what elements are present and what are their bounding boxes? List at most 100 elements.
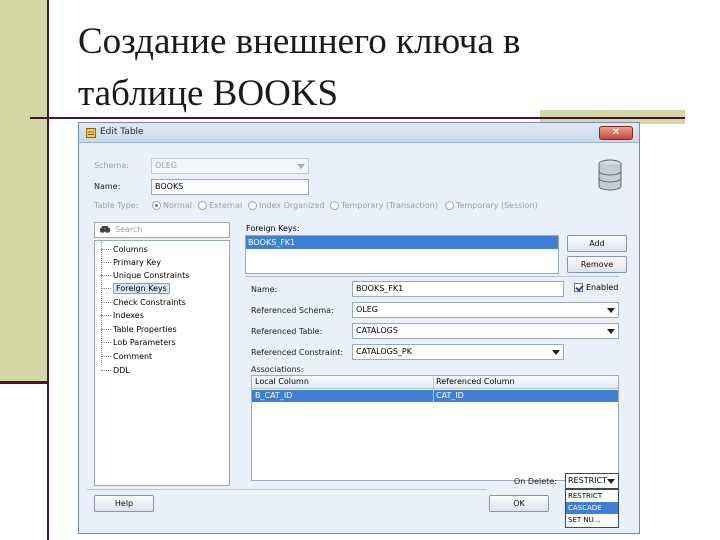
table-type-label: Table Type: — [94, 201, 139, 210]
on-delete-select[interactable]: RESTRICT — [565, 473, 619, 489]
database-icon — [598, 159, 622, 191]
divider — [245, 276, 619, 277]
remove-button-label: Remove — [580, 260, 614, 269]
search-placeholder: Search — [115, 225, 143, 234]
enabled-checkbox[interactable]: Enabled — [574, 283, 618, 292]
help-button[interactable]: Help — [94, 495, 154, 512]
fk-name-value: BOOKS_FK1 — [356, 284, 404, 293]
ok-button[interactable]: OK — [489, 495, 549, 512]
chevron-down-icon — [607, 479, 615, 484]
ref-schema-label: Referenced Schema: — [251, 306, 334, 315]
dialog-title: Edit Table — [100, 127, 144, 137]
foreign-keys-list: BOOKS_FK1 — [245, 235, 559, 274]
edit-table-dialog: Edit Table ✕ Schema: OLEG Name: BOOKS Ta… — [78, 122, 640, 534]
table-name-value: BOOKS — [155, 182, 184, 191]
tree-item-label: Foreign Keys — [113, 283, 170, 294]
radio-temporary-transaction[interactable]: Temporary (Transaction) — [330, 201, 438, 210]
fk-name-label: Name: — [251, 285, 278, 294]
slide-vertical-rule — [47, 0, 49, 540]
option-cascade[interactable]: CASCADE — [566, 502, 618, 514]
tree-item-lob-parameters[interactable]: Lob Parameters — [95, 336, 229, 349]
radio-dot — [152, 201, 161, 210]
ref-constraint-select[interactable]: CATALOGS_PK — [352, 344, 564, 360]
radio-label: Temporary (Transaction) — [341, 201, 438, 210]
chevron-down-icon — [607, 329, 615, 334]
tree-item-label: Table Properties — [113, 325, 177, 334]
schema-select[interactable]: OLEG — [151, 158, 309, 174]
tree-item-label: Unique Constraints — [113, 271, 190, 280]
radio-normal[interactable]: Normal — [152, 201, 192, 210]
close-button[interactable]: ✕ — [599, 126, 633, 140]
column-divider — [433, 376, 434, 402]
foreign-key-name: BOOKS_FK1 — [248, 238, 296, 247]
radio-label: Index Organized — [259, 201, 325, 210]
chevron-down-icon — [552, 350, 560, 355]
radio-external[interactable]: External — [198, 201, 242, 210]
tree-item-label: DDL — [113, 366, 130, 375]
search-icon — [99, 226, 111, 233]
tree-item-columns[interactable]: Columns — [95, 243, 229, 256]
tree-item-foreign-keys[interactable]: Foreign Keys — [95, 282, 229, 295]
slide-side-band — [0, 0, 47, 383]
associations-table: Local Column Referenced Column B_CAT_ID … — [251, 375, 619, 481]
tree-item-ddl[interactable]: DDL — [95, 364, 229, 377]
tree-item-table-properties[interactable]: Table Properties — [95, 323, 229, 336]
tree-item-comment[interactable]: Comment — [95, 350, 229, 363]
footer-divider — [87, 489, 487, 490]
slide-band-rule — [0, 381, 47, 384]
ref-table-select[interactable]: CATALOGS — [352, 323, 619, 339]
fk-name-field[interactable]: BOOKS_FK1 — [352, 281, 564, 297]
add-button-label: Add — [589, 239, 605, 248]
chevron-down-icon — [607, 308, 615, 313]
radio-dot — [248, 201, 257, 210]
slide-title-line-1: Создание внешнего ключа в — [78, 21, 521, 62]
schema-label: Schema: — [94, 161, 129, 170]
chevron-down-icon — [297, 164, 305, 169]
on-delete-dropdown: RESTRICT CASCADE SET NU... — [565, 489, 619, 528]
radio-label: External — [209, 201, 243, 210]
ref-schema-select[interactable]: OLEG — [352, 302, 619, 318]
ok-button-label: OK — [513, 499, 525, 508]
slide-title-line-2: таблице BOOKS — [78, 73, 339, 114]
foreign-key-row[interactable]: BOOKS_FK1 — [246, 236, 558, 249]
foreign-keys-label: Foreign Keys: — [246, 224, 300, 233]
slide-title: Создание внешнего ключа в таблице BOOKS — [78, 16, 638, 120]
table-row[interactable]: B_CAT_ID CAT_ID — [252, 390, 618, 402]
ref-constraint-label: Referenced Constraint: — [251, 348, 344, 357]
radio-dot — [330, 201, 339, 210]
enabled-label: Enabled — [586, 283, 619, 292]
tree-item-label: Check Constraints — [113, 298, 186, 307]
ref-table-label: Referenced Table: — [251, 327, 323, 336]
tree-item-unique-constraints[interactable]: Unique Constraints — [95, 269, 229, 282]
tree-item-primary-key[interactable]: Primary Key — [95, 256, 229, 269]
help-button-label: Help — [114, 499, 134, 508]
close-icon: ✕ — [611, 127, 621, 138]
checkbox-checked-icon — [574, 283, 583, 292]
on-delete-label: On Delete: — [514, 477, 557, 486]
radio-label: Temporary (Session) — [456, 201, 538, 210]
radio-dot — [445, 201, 454, 210]
schema-value: OLEG — [155, 161, 178, 170]
navigation-tree: Columns Primary Key Unique Constraints F… — [94, 240, 230, 486]
referenced-column-cell: CAT_ID — [436, 391, 464, 400]
tree-item-label: Columns — [113, 245, 148, 254]
header-local-column[interactable]: Local Column — [255, 376, 309, 388]
option-restrict[interactable]: RESTRICT — [566, 490, 618, 502]
search-input[interactable]: Search — [94, 222, 230, 238]
dialog-titlebar[interactable]: Edit Table ✕ — [79, 123, 639, 143]
tree-item-indexes[interactable]: Indexes — [95, 309, 229, 322]
app-icon — [86, 128, 96, 138]
radio-temporary-session[interactable]: Temporary (Session) — [445, 201, 538, 210]
radio-dot — [198, 201, 207, 210]
ref-schema-value: OLEG — [356, 305, 379, 314]
radio-index-organized[interactable]: Index Organized — [248, 201, 324, 210]
ref-table-value: CATALOGS — [356, 326, 398, 335]
remove-button[interactable]: Remove — [567, 256, 627, 273]
option-set-null[interactable]: SET NU... — [566, 514, 618, 526]
tree-item-label: Comment — [113, 352, 153, 361]
ref-constraint-value: CATALOGS_PK — [356, 347, 412, 356]
tree-item-check-constraints[interactable]: Check Constraints — [95, 296, 229, 309]
add-button[interactable]: Add — [567, 235, 627, 252]
header-referenced-column[interactable]: Referenced Column — [436, 376, 515, 388]
table-name-field[interactable]: BOOKS — [151, 179, 309, 195]
